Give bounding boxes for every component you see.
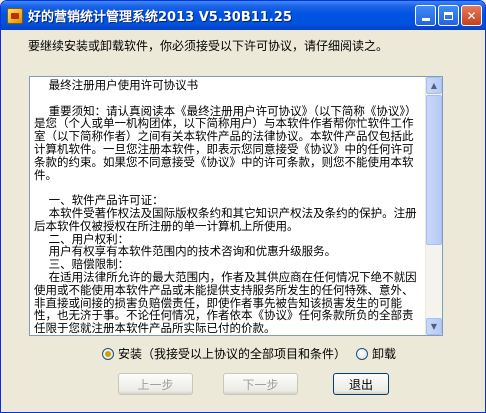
prev-button[interactable]: 上一步 (118, 373, 193, 395)
arrow-down-icon: ▼ (430, 322, 438, 331)
installer-window: 好的营销统计管理系统2013 V5.30B11.25 ✕ 要继续安装或卸载软件，… (0, 0, 486, 413)
uninstall-label: 卸载 (372, 347, 397, 361)
license-textbox[interactable]: 最终注册用户使用许可协议书 重要须知：请认真阅读本《最终注册用户许可协议》（以下… (29, 76, 443, 336)
window-title: 好的营销统计管理系统2013 V5.30B11.25 (28, 10, 292, 25)
next-button[interactable]: 下一步 (223, 373, 298, 395)
scroll-up-button[interactable]: ▲ (426, 77, 442, 94)
scroll-thumb[interactable] (426, 95, 442, 245)
close-icon: ✕ (466, 8, 477, 23)
license-text: 最终注册用户使用许可协议书 重要须知：请认真阅读本《最终注册用户许可协议》（以下… (34, 79, 417, 333)
scroll-down-button[interactable]: ▼ (426, 318, 442, 335)
vertical-scrollbar[interactable]: ▲ ▼ (425, 77, 442, 335)
maximize-icon (444, 11, 453, 20)
title-bar[interactable]: 好的营销统计管理系统2013 V5.30B11.25 ✕ (1, 1, 485, 30)
install-label: 安装（我接受以上协议的全部项目和条件） (118, 347, 347, 361)
exit-button[interactable]: 退出 (333, 373, 389, 395)
instruction-text: 要继续安装或卸载软件，你必须接受以下许可协议，请仔细阅读之。 (28, 39, 389, 53)
install-option[interactable]: 安装（我接受以上协议的全部项目和条件） (102, 345, 346, 362)
arrow-up-icon: ▲ (430, 81, 438, 90)
app-icon (7, 7, 23, 24)
install-radio[interactable] (102, 347, 114, 360)
minimize-button[interactable] (415, 5, 436, 26)
maximize-button[interactable] (438, 5, 459, 26)
uninstall-radio[interactable] (356, 347, 368, 360)
uninstall-option[interactable]: 卸载 (356, 345, 396, 362)
minimize-icon (421, 18, 430, 21)
close-button[interactable]: ✕ (461, 5, 482, 26)
